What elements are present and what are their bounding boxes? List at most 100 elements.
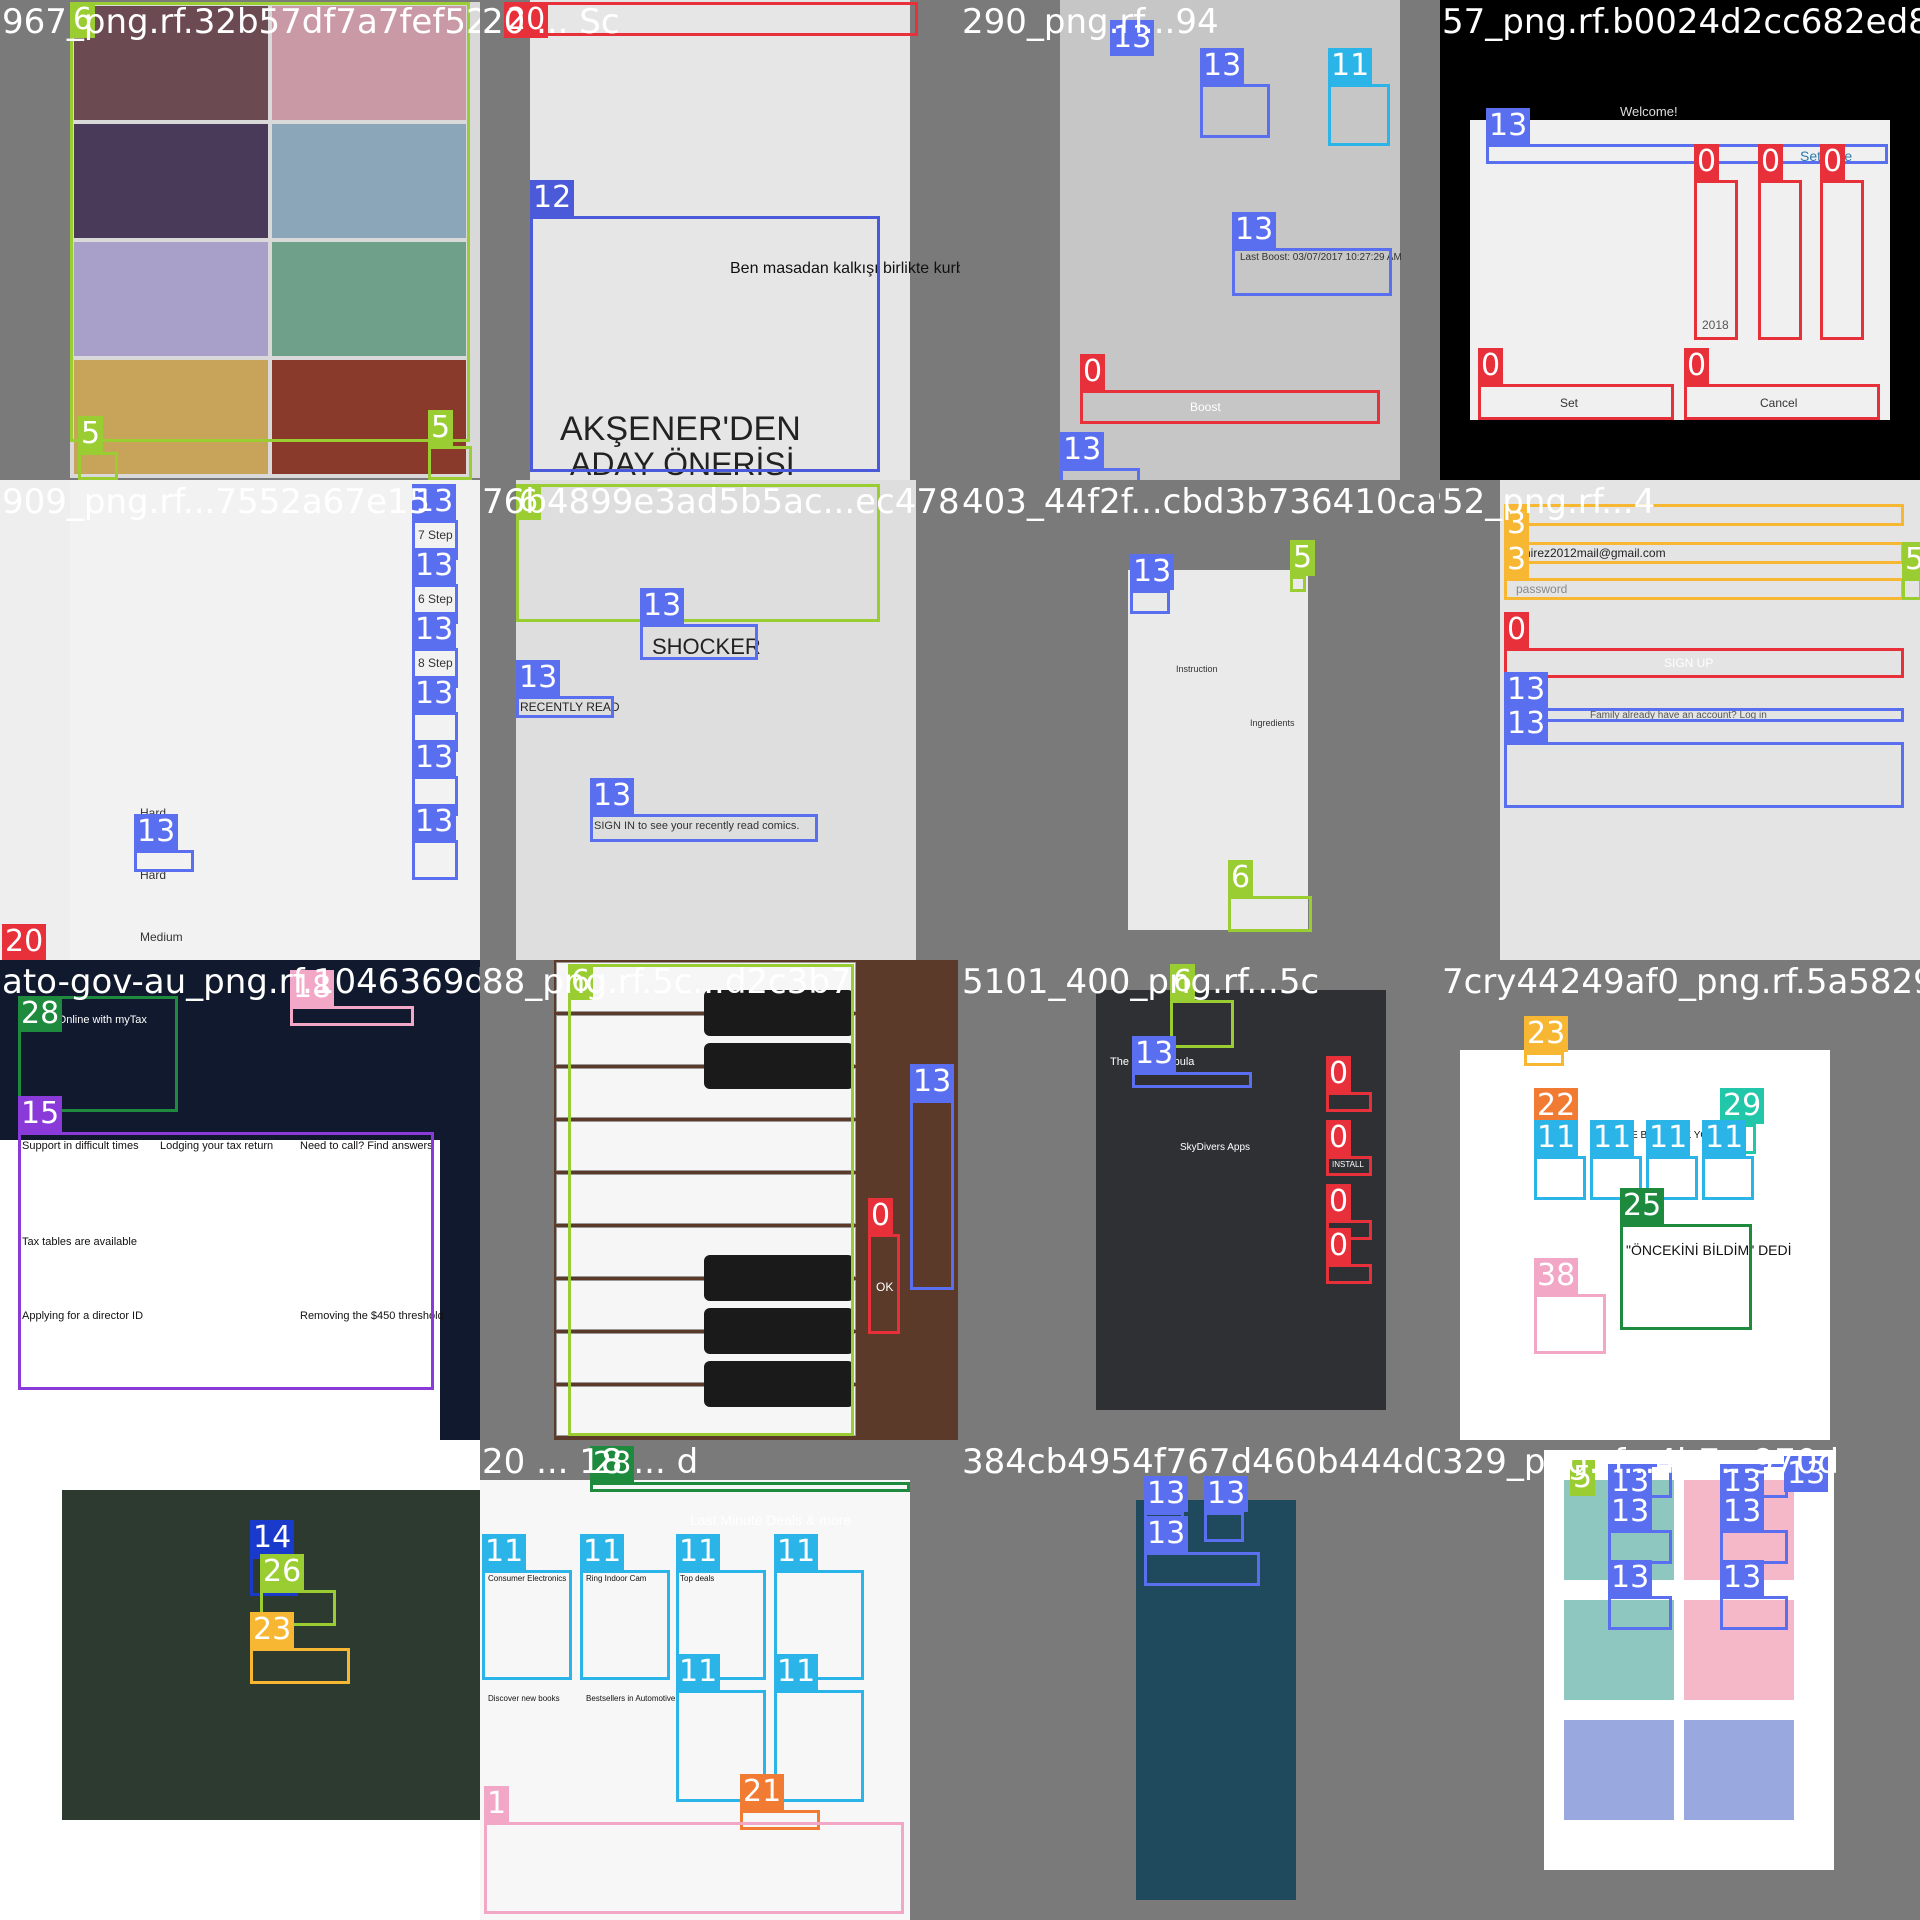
screen-text: Medium	[140, 930, 183, 944]
detection-box: 0	[1820, 144, 1864, 340]
class-label: 26	[260, 1554, 305, 1590]
mosaic-tile: Ben masadan kalkışı birlikte kurban kese…	[480, 0, 960, 480]
class-label: 3	[1504, 542, 1530, 578]
tile-caption: 76b4899e3ad5b5ac...ec47874ee	[482, 482, 960, 522]
detection-box: 28	[590, 1446, 910, 1492]
class-label: 13	[412, 676, 457, 712]
class-label: 5	[1290, 540, 1316, 576]
app-tile[interactable]	[1684, 1720, 1794, 1820]
detection-box: 11	[482, 1534, 572, 1680]
class-label: 0	[1478, 348, 1504, 384]
detection-box: 11	[1328, 48, 1390, 146]
mosaic-tile: Welcome!Set date2018SetCancel130000057_p…	[1440, 0, 1920, 480]
detection-box: 13	[1204, 1476, 1249, 1542]
class-label: 11	[774, 1534, 819, 1570]
mosaic-tile: 13 13 13 13 13 13 5 13 329_png.rf...4b7...970d	[1440, 1440, 1920, 1920]
class-label: 13	[1608, 1560, 1653, 1596]
detection-box: 0	[1478, 348, 1674, 420]
screen-text: Welcome!	[1620, 104, 1678, 119]
tile-caption: 52_png.rf...4	[1442, 482, 1656, 522]
detection-box: 13	[1200, 48, 1270, 138]
tile-caption: 403_44f2f...cbd3b736410ca975	[962, 482, 1440, 522]
class-label: 13	[412, 740, 457, 776]
class-label: 5	[428, 410, 454, 446]
class-label: 0	[1684, 348, 1710, 384]
tile-caption: 5101_400_png.rf...5c	[962, 962, 1320, 1002]
class-label: 0	[1326, 1120, 1352, 1156]
class-label: 13	[1486, 108, 1531, 144]
class-label: 20	[2, 924, 47, 960]
detection-box: 13	[134, 814, 194, 872]
detection-box: 0	[1326, 1056, 1372, 1112]
class-label: 38	[1534, 1258, 1579, 1294]
detection-box: 13	[1130, 554, 1175, 614]
detection-box: 13	[516, 660, 614, 718]
class-label: 11	[676, 1654, 721, 1690]
detection-box: 5	[428, 410, 472, 480]
detection-box: 13	[640, 588, 758, 660]
class-label: 21	[740, 1774, 785, 1810]
class-label: 13	[910, 1064, 955, 1100]
detection-mosaic: 6 5 5 967_png.rf.32b57df7a7fef52 Ben masadan…	[0, 0, 1920, 1920]
screenshot-area	[1128, 570, 1308, 930]
class-label: 13	[1720, 1560, 1765, 1596]
tile-caption: 967_png.rf.32b57df7a7fef52	[2, 2, 480, 42]
detection-box: 23	[1524, 1016, 1569, 1066]
detection-box: 13	[1504, 672, 1904, 722]
tile-caption: 57_png.rf.b0024d2cc682ed8	[1442, 2, 1920, 42]
class-label: 29	[1720, 1088, 1765, 1124]
class-label: 1	[484, 1786, 510, 1822]
detection-box: 13	[412, 804, 458, 880]
screen-text: Bestsellers in Automotive	[586, 1694, 676, 1703]
class-label: 0	[1326, 1056, 1352, 1092]
class-label: 13	[1200, 48, 1245, 84]
detection-box: 25	[1620, 1188, 1752, 1330]
tile-caption: ato-gov-au_png.rf.1046369da3	[2, 962, 480, 1002]
class-label: 23	[1524, 1016, 1569, 1052]
detection-box: 13	[1232, 212, 1392, 296]
class-label: 0	[1758, 144, 1784, 180]
detection-box: 0	[1694, 144, 1738, 340]
tile-caption: 909_png.rf...7552a67e15	[2, 482, 431, 522]
detection-box: 0	[1684, 348, 1880, 420]
class-label: 13	[1060, 432, 1105, 468]
detection-box: 13	[910, 1064, 955, 1290]
mosaic-tile: Instruction Ingredients 13 5 6 403_44f2f...cb…	[960, 480, 1440, 960]
class-label: 23	[250, 1612, 295, 1648]
mosaic-tile: ramirez2012mail@gmail.com password SIGN UP…	[1440, 480, 1920, 960]
mosaic-tile: SHOCKER RECENTLY READ SIGN IN to see your …	[480, 480, 960, 960]
mosaic-tile: Lodge Online with myTax Support in diffic…	[0, 960, 480, 1440]
class-label: 11	[1590, 1120, 1635, 1156]
detection-box: 13	[1608, 1560, 1672, 1630]
class-label: 5	[1902, 542, 1920, 578]
detection-box: 13	[1720, 1494, 1788, 1564]
detection-box: 0	[1758, 144, 1802, 340]
class-label: 0	[1820, 144, 1846, 180]
class-label: 11	[1328, 48, 1373, 84]
detection-box: 1	[484, 1786, 904, 1914]
mosaic-tile: Last Minute Deals & more Consumer Electro…	[480, 1440, 960, 1920]
class-label: 0	[1694, 144, 1720, 180]
class-label: 0	[1080, 354, 1106, 390]
detection-box: 11	[1534, 1120, 1586, 1200]
detection-box: 13	[1144, 1516, 1260, 1586]
detection-box: 13	[1720, 1560, 1788, 1630]
tile-caption: 329_png.rf...4b7...970d	[1442, 1442, 1840, 1482]
class-label: 13	[1232, 212, 1277, 248]
class-label: 22	[1534, 1088, 1579, 1124]
tile-caption: 88_png.rf.5c...d2c3b7	[482, 962, 852, 1002]
class-label: 11	[774, 1654, 819, 1690]
detection-box: 38	[1534, 1258, 1606, 1354]
screen-text: SkyDivers Apps	[1180, 1142, 1251, 1153]
class-label: 13	[1130, 554, 1175, 590]
detection-box: 6	[70, 2, 470, 442]
detection-box: 12	[530, 180, 880, 472]
app-tile[interactable]	[1564, 1720, 1674, 1820]
class-label: 25	[1620, 1188, 1665, 1224]
detection-box: 13	[1060, 432, 1140, 480]
detection-box: 0	[1326, 1228, 1372, 1284]
detection-box: 13	[590, 778, 818, 842]
class-label: 11	[676, 1534, 721, 1570]
detection-box: 11	[774, 1654, 864, 1802]
class-label: 11	[482, 1534, 527, 1570]
